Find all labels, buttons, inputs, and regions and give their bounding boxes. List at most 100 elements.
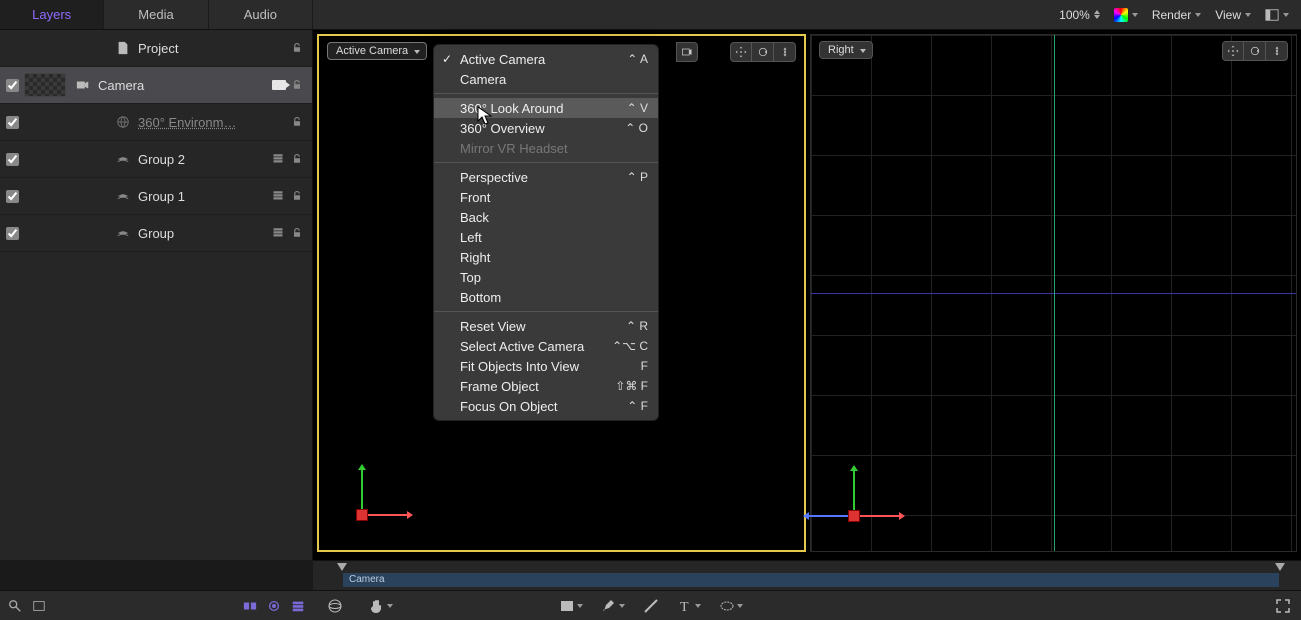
menu-item[interactable]: Active Camera⌃ A bbox=[434, 49, 658, 69]
dolly-button[interactable] bbox=[1266, 41, 1288, 61]
camera-badge-icon bbox=[272, 80, 286, 90]
panel-tabs: LayersMediaAudio bbox=[0, 0, 313, 29]
tab-layers[interactable]: Layers bbox=[0, 0, 104, 29]
camera-select-label: Right bbox=[828, 44, 854, 56]
hand-tool[interactable] bbox=[369, 598, 393, 614]
menu-item-label: Right bbox=[460, 250, 490, 265]
globe-icon bbox=[327, 598, 343, 614]
layer-row[interactable]: Group 2 bbox=[0, 141, 312, 178]
filter-icon[interactable] bbox=[291, 599, 305, 613]
mask-draw-tool[interactable] bbox=[719, 598, 743, 614]
pan-button[interactable] bbox=[730, 42, 752, 62]
menu-item[interactable]: Top bbox=[434, 267, 658, 287]
viewport-left[interactable]: Active Camera Active Camera⌃ ACamera 360°… bbox=[317, 34, 806, 552]
zoom-control[interactable]: 100% bbox=[1059, 8, 1100, 22]
menu-item[interactable]: Perspective⌃ P bbox=[434, 167, 658, 187]
hand-icon bbox=[369, 598, 385, 614]
text-tool[interactable]: T bbox=[677, 598, 701, 614]
menu-item[interactable]: Camera bbox=[434, 69, 658, 89]
tab-media[interactable]: Media bbox=[104, 0, 208, 29]
menu-shortcut: ⇧⌘ F bbox=[603, 379, 648, 393]
axis-gizmo bbox=[849, 461, 909, 521]
visibility-checkbox[interactable] bbox=[0, 190, 24, 203]
layer-row[interactable]: Group bbox=[0, 215, 312, 252]
viewport-right[interactable]: Right bbox=[810, 34, 1297, 552]
search-icon[interactable] bbox=[8, 599, 22, 613]
visibility-checkbox[interactable] bbox=[0, 116, 24, 129]
camera-select-left[interactable]: Active Camera bbox=[327, 42, 427, 60]
spacer bbox=[313, 0, 1047, 29]
viewport-right-header: Right bbox=[819, 41, 873, 59]
behavior-icon[interactable] bbox=[267, 599, 281, 613]
menu-item-label: Frame Object bbox=[460, 379, 539, 394]
menu-item-label: Front bbox=[460, 190, 490, 205]
shape-tool[interactable] bbox=[559, 598, 583, 614]
viewport-right-tools bbox=[1222, 41, 1288, 61]
lock-icon[interactable] bbox=[286, 116, 308, 128]
menu-item[interactable]: Frame Object ⇧⌘ F bbox=[434, 376, 658, 396]
lock-icon[interactable] bbox=[286, 190, 308, 202]
bezier-tool[interactable] bbox=[643, 598, 659, 614]
menu-item[interactable]: 360° Overview⌃ O bbox=[434, 118, 658, 138]
fullscreen-button[interactable] bbox=[1275, 598, 1291, 614]
canvas-center-tools: T bbox=[559, 598, 743, 614]
dolly-button[interactable] bbox=[774, 42, 796, 62]
menu-item[interactable]: Back bbox=[434, 207, 658, 227]
menu-item[interactable]: Front bbox=[434, 187, 658, 207]
visibility-checkbox[interactable] bbox=[0, 79, 24, 92]
mini-timeline[interactable]: Camera bbox=[313, 560, 1301, 590]
visibility-checkbox[interactable] bbox=[0, 227, 24, 240]
layer-row[interactable]: Project bbox=[0, 30, 312, 67]
visibility-checkbox[interactable] bbox=[0, 153, 24, 166]
mask-icon[interactable] bbox=[243, 599, 257, 613]
menu-item[interactable]: 360° Look Around⌃ V bbox=[434, 98, 658, 118]
menu-item[interactable]: Bottom bbox=[434, 287, 658, 307]
paint-tool[interactable] bbox=[601, 598, 625, 614]
lock-icon[interactable] bbox=[286, 42, 308, 54]
camera-icon bbox=[76, 78, 90, 92]
menu-item[interactable]: Focus On Object⌃ F bbox=[434, 396, 658, 416]
tab-audio[interactable]: Audio bbox=[209, 0, 313, 29]
bottom-bar: T bbox=[0, 590, 1301, 620]
menu-item[interactable]: Right bbox=[434, 247, 658, 267]
layer-row[interactable]: 360° Environm… bbox=[0, 104, 312, 141]
origin-cube-icon bbox=[849, 511, 859, 521]
color-wheel-icon bbox=[1114, 8, 1128, 22]
menu-item-label: Mirror VR Headset bbox=[460, 141, 568, 156]
fit-icon[interactable] bbox=[32, 599, 46, 613]
orbit-button[interactable] bbox=[752, 42, 774, 62]
transform-3d-tool[interactable] bbox=[327, 598, 351, 614]
layer-row[interactable]: Group 1 bbox=[0, 178, 312, 215]
camera-frame-button[interactable] bbox=[676, 42, 698, 62]
chevron-down-icon bbox=[577, 604, 583, 608]
menu-item-label: Back bbox=[460, 210, 489, 225]
lock-icon[interactable] bbox=[286, 153, 308, 165]
oval-icon bbox=[719, 598, 735, 614]
view-menu[interactable]: View bbox=[1215, 8, 1251, 22]
in-marker-icon[interactable] bbox=[337, 563, 347, 571]
lock-icon[interactable] bbox=[286, 227, 308, 239]
orbit-button[interactable] bbox=[1244, 41, 1266, 61]
pan-button[interactable] bbox=[1222, 41, 1244, 61]
layers-icon bbox=[116, 226, 130, 240]
layout-button[interactable] bbox=[1265, 8, 1289, 22]
layer-label: Project bbox=[138, 41, 286, 56]
color-space-button[interactable] bbox=[1114, 8, 1138, 22]
menu-item[interactable]: Select Active Camera⌃⌥ C bbox=[434, 336, 658, 356]
menu-item[interactable]: Reset View⌃ R bbox=[434, 316, 658, 336]
menu-item-label: Select Active Camera bbox=[460, 339, 584, 354]
layer-thumbnail bbox=[24, 73, 66, 97]
menu-shortcut: ⌃ O bbox=[613, 121, 648, 135]
viewport-left-header: Active Camera bbox=[327, 42, 427, 60]
move-icon bbox=[735, 46, 747, 58]
chevron-down-icon bbox=[619, 604, 625, 608]
layer-row[interactable]: Camera bbox=[0, 67, 312, 104]
render-menu[interactable]: Render bbox=[1152, 8, 1201, 22]
chevron-down-icon bbox=[1245, 13, 1251, 17]
menu-item[interactable]: Fit Objects Into ViewF bbox=[434, 356, 658, 376]
menu-item[interactable]: Left bbox=[434, 227, 658, 247]
layer-label: Group 1 bbox=[138, 189, 272, 204]
timeline-clip[interactable]: Camera bbox=[343, 573, 1279, 587]
camera-select-right[interactable]: Right bbox=[819, 41, 873, 59]
out-marker-icon[interactable] bbox=[1275, 563, 1285, 571]
